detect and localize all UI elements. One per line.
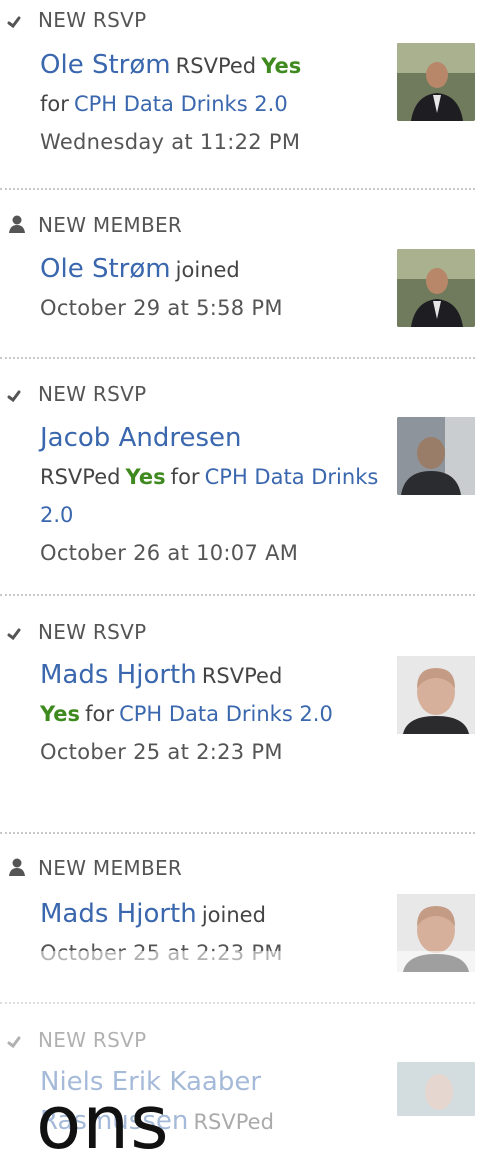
feed-item-type: NEW RSVP xyxy=(6,1028,146,1056)
feed-item-type: NEW RSVP xyxy=(6,620,146,648)
member-name-link[interactable]: Mads Hjorth xyxy=(40,899,197,929)
feed-item-type-label: NEW RSVP xyxy=(38,620,147,644)
feed-item-type-label: NEW RSVP xyxy=(38,1028,147,1052)
feed-item-text: Mads Hjorth RSVPed Yes for CPH Data Drin… xyxy=(40,657,390,772)
feed-item-type: NEW RSVP xyxy=(6,382,146,410)
checkmark-icon xyxy=(6,621,30,641)
rsvp-prep: for xyxy=(85,702,114,726)
timestamp: October 25 at 2:23 PM xyxy=(40,941,283,965)
checkmark-icon xyxy=(6,383,30,403)
rsvp-verb: RSVPed xyxy=(175,54,257,78)
member-name-link[interactable]: Mads Hjorth xyxy=(40,660,197,690)
activity-feed: NEW RSVP Ole Strøm RSVPed Yes for CPH Da… xyxy=(0,0,479,1160)
feed-item-text: Jacob Andresen RSVPed Yes for CPH Data D… xyxy=(40,420,390,573)
feed-item-type-label: NEW MEMBER xyxy=(38,213,183,237)
feed-item: NEW RSVP Jacob Andresen RSVPed Yes for C… xyxy=(0,364,479,594)
rsvp-prep: for xyxy=(170,465,200,489)
rsvp-verb: RSVPed xyxy=(40,465,121,489)
member-name-link[interactable]: Jacob Andresen xyxy=(40,423,241,453)
timestamp: October 26 at 10:07 AM xyxy=(40,541,299,565)
feed-item: NEW RSVP Mads Hjorth RSVPed Yes for CPH … xyxy=(0,601,479,829)
separator xyxy=(0,832,475,834)
feed-item: NEW MEMBER Ole Strøm joined October 29 a… xyxy=(0,195,479,360)
feed-item-type-label: NEW RSVP xyxy=(38,8,147,32)
checkmark-icon xyxy=(6,9,30,29)
rsvp-verb: RSVPed xyxy=(201,664,283,688)
feed-item-text: Mads Hjorth joined October 25 at 2:23 PM xyxy=(40,896,390,973)
timestamp: October 29 at 5:58 PM xyxy=(40,296,283,320)
checkmark-icon xyxy=(6,1029,30,1049)
rsvp-verb: RSVPed xyxy=(193,1110,274,1134)
avatar[interactable] xyxy=(397,656,475,734)
avatar[interactable] xyxy=(397,43,475,121)
feed-item-type-label: NEW MEMBER xyxy=(38,856,183,880)
member-name-link[interactable]: Ole Strøm xyxy=(40,254,171,284)
feed-item: NEW RSVP Ole Strøm RSVPed Yes for CPH Da… xyxy=(0,0,479,190)
rsvp-answer: Yes xyxy=(125,465,166,489)
timestamp: Wednesday at 11:22 PM xyxy=(40,130,301,154)
feed-item-type: NEW MEMBER xyxy=(6,213,182,241)
avatar[interactable] xyxy=(397,417,475,495)
event-link[interactable]: CPH Data Drinks 2.0 xyxy=(74,92,288,116)
rsvp-answer: Yes xyxy=(261,54,302,78)
rsvp-answer: Yes xyxy=(40,702,81,726)
avatar[interactable] xyxy=(397,894,475,972)
feed-item-text: Ole Strøm RSVPed Yes for CPH Data Drinks… xyxy=(40,47,390,162)
event-link[interactable]: CPH Data Drinks 2.0 xyxy=(119,702,333,726)
rsvp-prep: for xyxy=(40,92,69,116)
separator xyxy=(0,1002,475,1004)
overlay-text: ons xyxy=(36,1080,170,1166)
feed-item-type: NEW RSVP xyxy=(6,8,146,36)
separator xyxy=(0,357,475,359)
timestamp: October 25 at 2:23 PM xyxy=(40,740,283,764)
separator xyxy=(0,594,475,596)
feed-item-text: Ole Strøm joined October 29 at 5:58 PM xyxy=(40,251,390,328)
person-icon xyxy=(6,214,30,234)
separator xyxy=(0,188,475,190)
person-icon xyxy=(6,857,30,877)
member-name-link[interactable]: Ole Strøm xyxy=(40,50,171,80)
feed-item-type: NEW MEMBER xyxy=(6,856,182,884)
avatar[interactable] xyxy=(397,1062,475,1116)
join-verb: joined xyxy=(201,903,266,927)
avatar[interactable] xyxy=(397,249,475,327)
feed-item: NEW MEMBER Mads Hjorth joined October 25… xyxy=(0,839,479,1004)
join-verb: joined xyxy=(175,258,240,282)
feed-item-type-label: NEW RSVP xyxy=(38,382,147,406)
